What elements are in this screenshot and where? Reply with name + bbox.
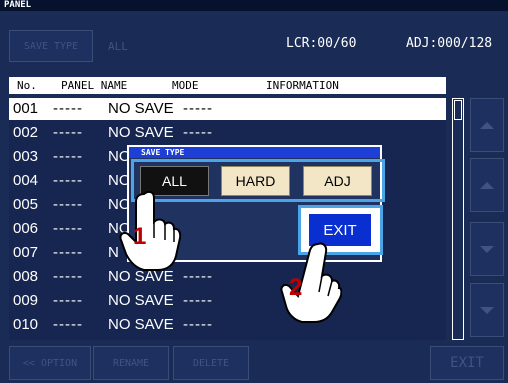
- step-2-label: 2: [289, 274, 303, 301]
- row-number: 008: [13, 268, 39, 285]
- option-hard-button[interactable]: HARD: [221, 166, 290, 196]
- adj-counter: ADJ:000/128: [406, 36, 493, 51]
- row-panel-name: -----: [53, 196, 83, 213]
- option-button[interactable]: << OPTION: [9, 346, 91, 380]
- row-number: 002: [13, 124, 39, 141]
- arrow-up-icon: [480, 121, 494, 129]
- option-hard-label: HARD: [235, 173, 276, 189]
- delete-button-label: DELETE: [192, 357, 230, 369]
- table-header: No. PANEL NAME MODE INFORMATION: [9, 77, 446, 94]
- pointing-hand-icon: [280, 242, 342, 323]
- row-number: 010: [13, 316, 39, 333]
- row-information: -----: [183, 124, 213, 141]
- arrow-down-icon: [480, 306, 494, 314]
- table-row[interactable]: 001 ----- NO SAVE -----: [9, 98, 446, 120]
- lcr-counter: LCR:00/60: [286, 36, 357, 51]
- table-row[interactable]: 009 ----- NO SAVE -----: [9, 290, 446, 312]
- header-no: No.: [17, 79, 37, 92]
- arrow-up-icon: [480, 181, 494, 189]
- delete-button[interactable]: DELETE: [173, 346, 249, 380]
- row-panel-name: -----: [53, 100, 83, 117]
- dialog-exit-label: EXIT: [323, 221, 357, 239]
- option-all-label: ALL: [162, 173, 187, 189]
- page-down-button[interactable]: [470, 283, 504, 337]
- option-adj-label: ADJ: [324, 173, 351, 189]
- row-mode: NO SAVE: [108, 292, 174, 309]
- window-title: PANEL: [0, 0, 508, 11]
- row-number: 004: [13, 172, 39, 189]
- exit-panel-button[interactable]: EXIT: [430, 346, 504, 380]
- row-mode: NO SAVE: [108, 100, 174, 117]
- pointing-hand-icon: [119, 190, 182, 271]
- header-panel-name: PANEL NAME: [61, 79, 128, 92]
- row-number: 003: [13, 148, 39, 165]
- row-panel-name: -----: [53, 268, 83, 285]
- row-information: -----: [183, 100, 213, 117]
- table-row[interactable]: 008 ----- NO SAVE -----: [9, 266, 446, 288]
- header-mode: MODE: [172, 79, 199, 92]
- scrollbar[interactable]: [452, 98, 464, 340]
- row-number: 007: [13, 244, 39, 261]
- row-panel-name: -----: [53, 244, 83, 261]
- scroll-down-button[interactable]: [470, 222, 504, 276]
- save-type-button[interactable]: SAVE TYPE: [9, 30, 93, 62]
- rename-button[interactable]: RENAME: [93, 346, 169, 380]
- row-panel-name: -----: [53, 124, 83, 141]
- option-adj-button[interactable]: ADJ: [303, 166, 372, 196]
- step-1-label: 1: [133, 223, 147, 250]
- exit-panel-button-label: EXIT: [450, 355, 484, 371]
- row-information: -----: [183, 292, 213, 309]
- table-row[interactable]: 002 ----- NO SAVE -----: [9, 122, 446, 144]
- page-up-button[interactable]: [470, 98, 504, 152]
- row-mode: NO SAVE: [108, 124, 174, 141]
- row-number: 001: [13, 100, 39, 117]
- header-information: INFORMATION: [266, 79, 339, 92]
- row-panel-name: -----: [53, 316, 83, 333]
- row-panel-name: -----: [53, 148, 83, 165]
- row-panel-name: -----: [53, 220, 83, 237]
- row-number: 009: [13, 292, 39, 309]
- row-number: 005: [13, 196, 39, 213]
- dialog-title: SAVE TYPE: [129, 147, 380, 158]
- row-information: -----: [183, 268, 213, 285]
- row-mode: NO SAVE: [108, 316, 174, 333]
- panel-screen: PANEL SAVE TYPE ALL LCR:00/60 ADJ:000/12…: [0, 0, 508, 383]
- row-number: 006: [13, 220, 39, 237]
- option-button-label: << OPTION: [22, 357, 78, 369]
- row-panel-name: -----: [53, 292, 83, 309]
- row-information: -----: [183, 316, 213, 333]
- scroll-up-button[interactable]: [470, 158, 504, 212]
- save-type-value: ALL: [108, 40, 128, 53]
- table-row[interactable]: 010 ----- NO SAVE -----: [9, 314, 446, 336]
- row-panel-name: -----: [53, 172, 83, 189]
- rename-button-label: RENAME: [112, 357, 150, 369]
- scrollbar-thumb[interactable]: [454, 100, 462, 120]
- save-type-button-label: SAVE TYPE: [23, 40, 79, 52]
- arrow-down-icon: [480, 245, 494, 253]
